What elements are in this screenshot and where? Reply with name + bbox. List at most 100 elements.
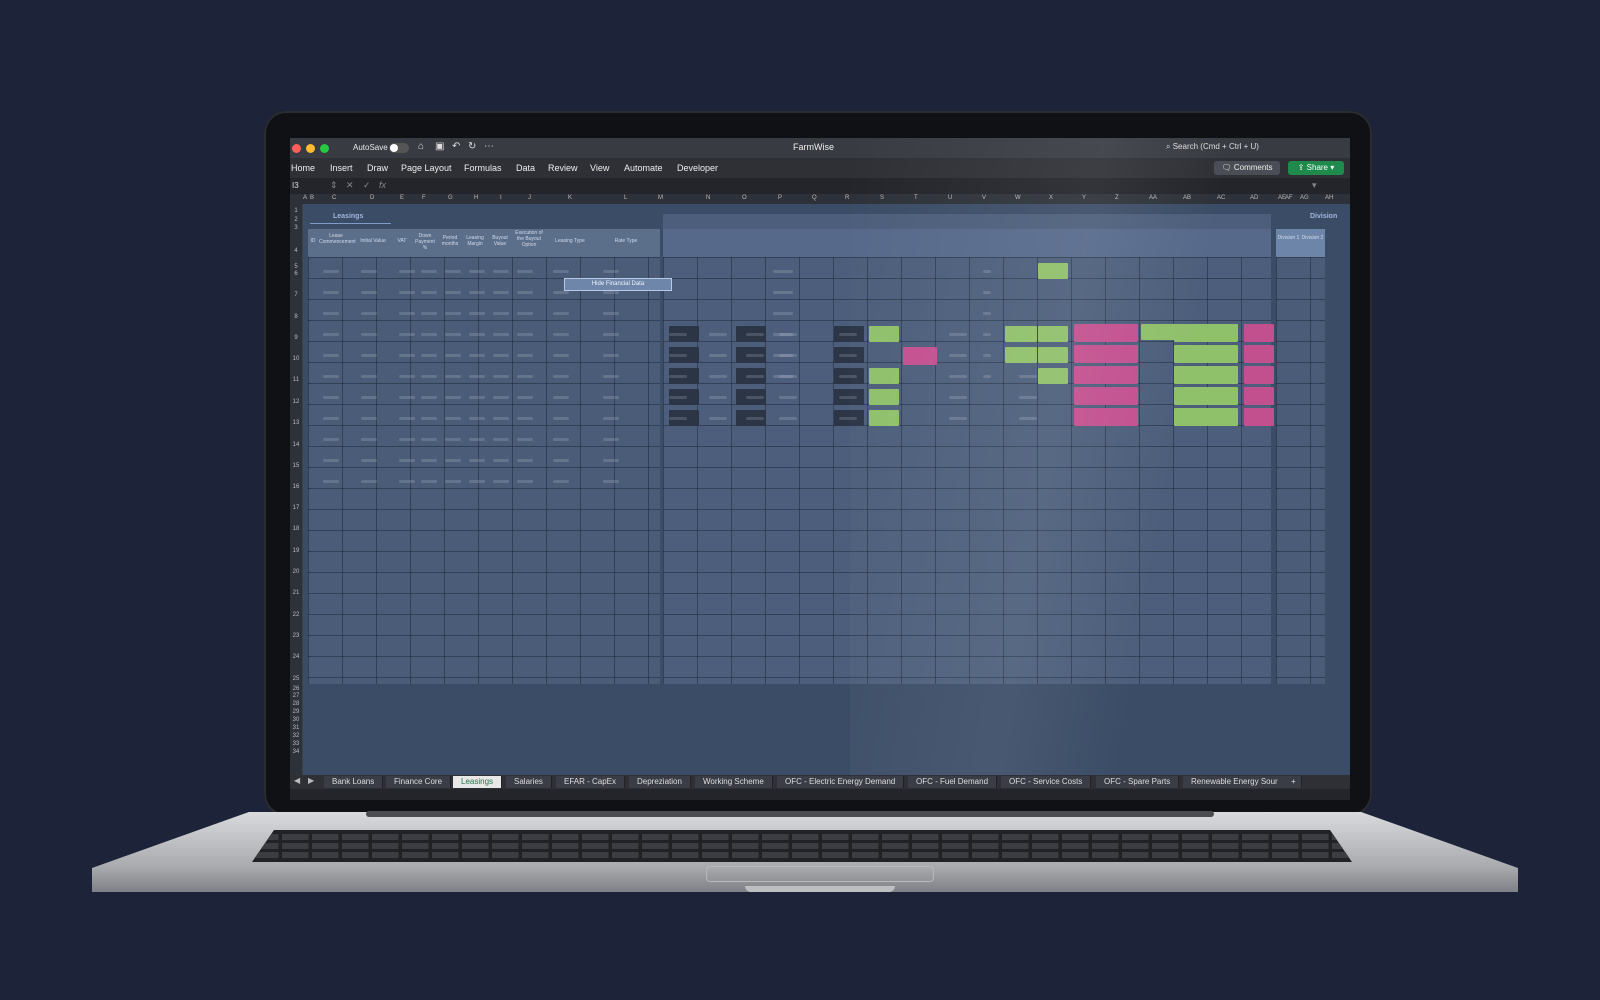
row-header-7[interactable]: 7: [290, 292, 302, 298]
row-header-15[interactable]: 15: [290, 463, 302, 469]
column-header-i[interactable]: I: [500, 195, 502, 201]
column-header-e[interactable]: E: [400, 195, 404, 201]
row-header-13[interactable]: 13: [290, 420, 302, 426]
column-header-p[interactable]: P: [778, 195, 782, 201]
tab-leasings[interactable]: Leasings: [453, 776, 503, 788]
zoom-window-button[interactable]: [320, 144, 329, 153]
minimize-window-button[interactable]: [306, 144, 315, 153]
row-header-18[interactable]: 18: [290, 526, 302, 532]
tab-ofc-spare-parts[interactable]: OFC - Spare Parts: [1096, 776, 1180, 788]
row-header-30[interactable]: 30: [290, 717, 302, 723]
share-button[interactable]: ⇪ Share ▾: [1288, 161, 1344, 175]
column-header-a[interactable]: A: [303, 195, 307, 201]
row-header-23[interactable]: 23: [290, 633, 302, 639]
row-header-24[interactable]: 24: [290, 654, 302, 660]
row-header-33[interactable]: 33: [290, 741, 302, 747]
row-header-21[interactable]: 21: [290, 590, 302, 596]
column-header-r[interactable]: R: [845, 195, 849, 201]
column-header-b[interactable]: B: [310, 195, 314, 201]
menu-insert[interactable]: Insert: [330, 163, 353, 173]
home-icon[interactable]: ⌂: [418, 141, 424, 152]
row-header-22[interactable]: 22: [290, 612, 302, 618]
redo-icon[interactable]: ↻: [468, 141, 476, 152]
menu-review[interactable]: Review: [548, 163, 578, 173]
column-header-ah[interactable]: AH: [1325, 195, 1333, 201]
row-header-6[interactable]: 6: [290, 271, 302, 277]
column-header-h[interactable]: H: [474, 195, 478, 201]
row-header-5[interactable]: 5: [290, 264, 302, 270]
row-header-4[interactable]: 4: [290, 248, 302, 254]
column-header-ac[interactable]: AC: [1217, 195, 1225, 201]
previous-sheet-icon[interactable]: ◀: [294, 776, 300, 785]
tab-ofc-fuel[interactable]: OFC - Fuel Demand: [908, 776, 998, 788]
undo-icon[interactable]: ↶: [452, 141, 460, 152]
column-header-w[interactable]: W: [1015, 195, 1021, 201]
row-header-10[interactable]: 10: [290, 356, 302, 362]
column-header-q[interactable]: Q: [812, 195, 817, 201]
close-window-button[interactable]: [292, 144, 301, 153]
tab-ofc-service[interactable]: OFC - Service Costs: [1001, 776, 1092, 788]
add-sheet-button[interactable]: +: [1286, 776, 1302, 788]
worksheet-grid[interactable]: Leasings Division Hide Financial Data ID…: [303, 204, 1350, 775]
name-box[interactable]: I3: [292, 181, 299, 190]
name-box-stepper-icon[interactable]: ⇕: [330, 180, 338, 191]
row-header-20[interactable]: 20: [290, 569, 302, 575]
hide-financial-data-button[interactable]: Hide Financial Data: [564, 278, 672, 291]
column-header-k[interactable]: K: [568, 195, 572, 201]
column-header-x[interactable]: X: [1049, 195, 1053, 201]
column-header-u[interactable]: U: [948, 195, 952, 201]
row-header-27[interactable]: 27: [290, 693, 302, 699]
row-header-17[interactable]: 17: [290, 505, 302, 511]
document-title[interactable]: FarmWise: [793, 142, 834, 152]
row-header-8[interactable]: 8: [290, 314, 302, 320]
menu-formulas[interactable]: Formulas: [464, 163, 502, 173]
column-header-o[interactable]: O: [742, 195, 747, 201]
menu-view[interactable]: View: [590, 163, 609, 173]
tab-depreziation[interactable]: Depreziation: [629, 776, 691, 788]
row-header-3[interactable]: 3: [290, 225, 302, 231]
row-header-11[interactable]: 11: [290, 377, 302, 383]
more-icon[interactable]: ⋯: [484, 141, 494, 152]
menu-home[interactable]: Home: [291, 163, 315, 173]
row-header-28[interactable]: 28: [290, 701, 302, 707]
column-header-ab[interactable]: AB: [1183, 195, 1191, 201]
column-header-t[interactable]: T: [914, 195, 918, 201]
tab-renewable-energy[interactable]: Renewable Energy Sour: [1183, 776, 1288, 788]
row-header-31[interactable]: 31: [290, 725, 302, 731]
row-header-9[interactable]: 9: [290, 335, 302, 341]
column-header-j[interactable]: J: [528, 195, 531, 201]
row-header-14[interactable]: 14: [290, 442, 302, 448]
row-header-12[interactable]: 12: [290, 399, 302, 405]
column-header-f[interactable]: F: [422, 195, 426, 201]
tab-ofc-electric[interactable]: OFC - Electric Energy Demand: [777, 776, 905, 788]
row-header-32[interactable]: 32: [290, 733, 302, 739]
menu-draw[interactable]: Draw: [367, 163, 388, 173]
cancel-icon[interactable]: ✕: [346, 180, 354, 191]
row-header-2[interactable]: 2: [290, 217, 302, 223]
tab-efar-capex[interactable]: EFAR - CapEx: [556, 776, 626, 788]
search-box[interactable]: ⌕ Search (Cmd + Ctrl + U): [1166, 142, 1259, 152]
save-icon[interactable]: ▣: [435, 141, 444, 152]
menu-developer[interactable]: Developer: [677, 163, 718, 173]
column-header-v[interactable]: V: [982, 195, 986, 201]
function-icon[interactable]: fx: [379, 180, 386, 190]
expand-formula-bar-icon[interactable]: ▾: [1312, 180, 1317, 191]
comments-button[interactable]: 🗨 Comments: [1214, 161, 1280, 175]
column-header-z[interactable]: Z: [1115, 195, 1119, 201]
next-sheet-icon[interactable]: ▶: [308, 776, 314, 785]
row-header-34[interactable]: 34: [290, 749, 302, 755]
row-header-29[interactable]: 29: [290, 709, 302, 715]
column-header-ad[interactable]: AD: [1250, 195, 1258, 201]
column-header-s[interactable]: S: [880, 195, 884, 201]
tab-finance-core[interactable]: Finance Core: [386, 776, 452, 788]
menu-automate[interactable]: Automate: [624, 163, 663, 173]
tab-bank-loans[interactable]: Bank Loans: [324, 776, 384, 788]
row-header-19[interactable]: 19: [290, 548, 302, 554]
column-header-c[interactable]: C: [332, 195, 336, 201]
confirm-icon[interactable]: ✓: [363, 180, 371, 191]
column-header-aa[interactable]: AA: [1149, 195, 1157, 201]
menu-data[interactable]: Data: [516, 163, 535, 173]
menu-page-layout[interactable]: Page Layout: [401, 163, 452, 173]
row-header-25[interactable]: 25: [290, 676, 302, 682]
row-header-1[interactable]: 1: [290, 208, 302, 214]
